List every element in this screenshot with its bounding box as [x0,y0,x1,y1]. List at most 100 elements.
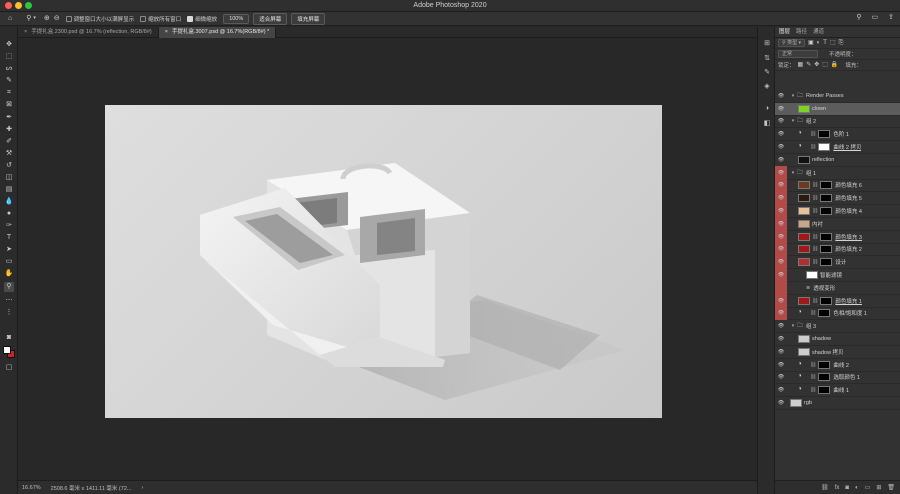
layer-mask-thumbnail[interactable] [820,181,833,190]
layer-name[interactable]: rgb [804,400,812,406]
visibility-eye-icon[interactable]: 👁 [775,217,787,231]
visibility-eye-icon[interactable]: 👁 [775,90,787,103]
layer-row[interactable]: 👁 ▾ 🗀 组 1 [775,166,900,180]
lock-transparent-icon[interactable]: ▦ [798,62,804,68]
visibility-eye-icon[interactable]: 👁 [775,371,787,384]
expand-chevron-icon[interactable]: ▾ [790,93,796,99]
layer-mask-thumbnail[interactable] [820,194,833,203]
layer-thumbnail[interactable] [798,207,810,216]
move-tool-icon[interactable]: ✥ [4,40,14,50]
layer-thumbnail[interactable] [798,245,810,254]
filter-pixel-icon[interactable]: ▣ [808,40,814,46]
visibility-eye-icon[interactable]: 👁 [775,191,787,205]
layer-name[interactable]: 组 2 [806,117,816,125]
lock-pixels-icon[interactable]: ✎ [806,62,811,68]
blur-tool-icon[interactable]: 💧 [4,197,14,207]
mask-link-icon[interactable]: ⛓ [812,182,818,188]
layer-name[interactable]: shadow 拷贝 [812,348,844,356]
foreground-color-swatch[interactable] [3,346,11,354]
layer-mask-thumbnail[interactable] [820,232,833,241]
layer-mask-thumbnail[interactable] [818,143,831,152]
layer-thumbnail[interactable] [798,194,810,203]
visibility-eye-icon[interactable] [775,281,787,295]
history-panel-icon[interactable]: ⊞ [762,39,772,49]
layer-mask-thumbnail[interactable] [820,258,833,267]
mask-link-icon[interactable]: ⛓ [810,362,816,368]
layer-thumbnail[interactable] [798,232,810,241]
layer-name[interactable]: 设计 [835,258,846,266]
layer-name[interactable]: 透视变形 [813,284,835,292]
styles-panel-icon[interactable]: ◧ [762,119,772,129]
quick-select-tool-icon[interactable]: ✎ [4,76,14,86]
screen-mode-icon[interactable]: ▢ [4,363,14,373]
fit-screen-button[interactable]: 适合屏幕 [253,12,288,25]
scrubby-zoom-option[interactable]: 细微缩放 [187,15,217,23]
zoom-in-icon[interactable]: ⊕ [44,15,50,22]
mask-link-icon[interactable]: ⛓ [812,234,818,240]
new-layer-icon[interactable]: ⊞ [876,484,881,491]
layer-thumbnail[interactable] [798,104,810,113]
layer-name[interactable]: 曲线 2 拷贝 [833,143,861,151]
layer-row[interactable]: 👁 reflection [775,154,900,167]
layer-row[interactable]: 👁 ◑ ⛓ 曲线 2 [775,359,900,372]
type-tool-icon[interactable]: T [4,233,14,243]
layer-row[interactable]: ≋ 透视变形 [775,281,900,295]
mask-link-icon[interactable]: ⛓ [810,374,816,380]
filter-smart-icon[interactable]: ⎘ [839,40,844,46]
marquee-tool-icon[interactable]: ⬚ [4,52,14,62]
dodge-tool-icon[interactable]: ● [4,209,14,219]
layer-name[interactable]: reflection [812,157,834,163]
eyedropper-tool-icon[interactable]: ✒ [4,113,14,123]
layer-row[interactable]: 👁 ▾ 🗀 组 3 [775,320,900,334]
layer-thumbnail[interactable] [798,258,810,267]
quick-mask-icon[interactable]: ◙ [4,333,14,343]
layer-row[interactable]: 👁 ⛓ 设计 [775,255,900,270]
layer-name[interactable]: 色阶 1 [833,130,849,138]
layer-name[interactable]: clown [812,106,826,112]
visibility-eye-icon[interactable]: 👁 [775,243,787,256]
layer-mask-thumbnail[interactable] [818,309,831,318]
layer-name[interactable]: 颜色填充 3 [835,233,862,241]
mask-link-icon[interactable]: ⛓ [810,310,816,316]
layer-thumbnail[interactable] [798,347,810,356]
layer-mask-thumbnail[interactable] [820,296,833,305]
tab-paths[interactable]: 路径 [796,27,807,37]
delete-layer-icon[interactable]: 🗑 [887,484,895,491]
layer-name[interactable]: Render Passes [806,93,844,99]
layer-row[interactable]: 👁 ⛓ 颜色填充 4 [775,204,900,218]
layer-mask-thumbnail[interactable] [818,360,831,369]
brush-panel-icon[interactable]: ✎ [762,68,772,78]
mask-link-icon[interactable]: ⛓ [810,144,816,150]
resize-windows-checkbox[interactable] [65,15,72,22]
layer-name[interactable]: shadow [812,336,831,342]
scrubby-zoom-checkbox[interactable] [187,15,194,22]
lock-all-icon[interactable]: 🔒 [831,62,838,68]
adjustments-panel-icon[interactable]: ◑ [762,104,772,114]
visibility-eye-icon[interactable]: 👁 [775,384,787,397]
properties-panel-icon[interactable]: ⇅ [762,54,772,64]
layer-mask-thumbnail[interactable] [820,245,833,254]
visibility-eye-icon[interactable]: 👁 [775,255,787,269]
history-brush-icon[interactable]: ↺ [4,161,14,171]
layer-row[interactable]: 👁 ◑ ⛓ 曲线 2 拷贝 [775,141,900,154]
layer-name[interactable]: 色相/饱和度 1 [833,309,867,317]
layer-row[interactable]: 👁 ◑ ⛓ 色相/饱和度 1 [775,307,900,321]
visibility-eye-icon[interactable]: 👁 [775,179,787,192]
layer-name[interactable]: 颜色填充 2 [835,245,862,253]
layer-row[interactable]: 👁 ◑ ⛓ 色阶 1 [775,128,900,142]
share-icon[interactable]: ⇪ [888,14,894,21]
visibility-eye-icon[interactable]: 👁 [775,268,787,282]
eraser-tool-icon[interactable]: ◫ [4,173,14,183]
frame-tool-icon[interactable]: ⊠ [4,100,14,110]
healing-brush-icon[interactable]: ✚ [4,125,14,135]
layer-name[interactable]: 组 3 [806,322,816,330]
layer-thumbnail[interactable] [798,181,810,190]
layer-name[interactable]: 颜色填充 6 [835,181,862,189]
add-mask-icon[interactable]: ◙ [845,485,849,491]
crop-tool-icon[interactable]: ⌗ [4,88,14,98]
zoom-out-icon[interactable]: ⊖ [54,15,60,22]
mask-link-icon[interactable]: ⛓ [810,131,816,137]
blend-mode-select[interactable]: 正常 [778,50,818,58]
path-select-tool-icon[interactable]: ➤ [4,245,14,255]
tab-layers[interactable]: 图层 [779,27,790,37]
